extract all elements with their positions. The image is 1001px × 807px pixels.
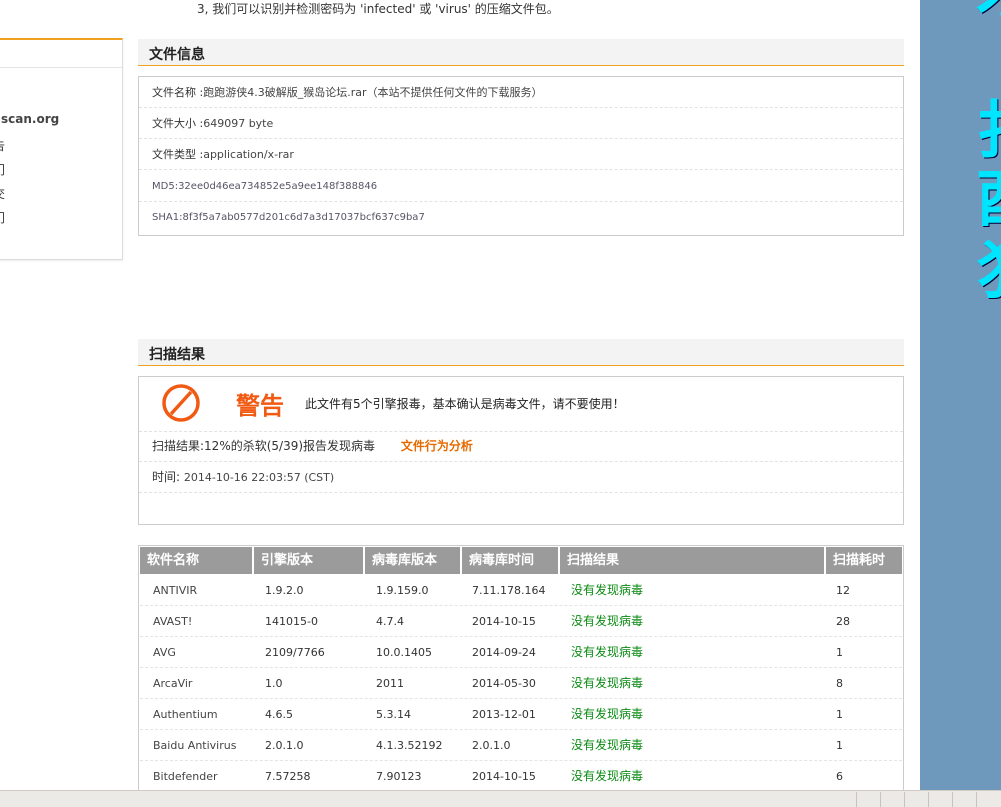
engine-version-cell: 2109/7766	[265, 646, 325, 659]
db-time-cell: 2014-05-30	[472, 677, 536, 690]
banner-glyph: 才	[976, 0, 1001, 24]
scan-duration-cell: 1	[836, 646, 843, 659]
banner-glyph: 扌	[976, 100, 1001, 162]
table-row: Authentium 4.6.5 5.3.14 2013-12-01 没有发现病毒 1	[140, 699, 902, 730]
banner-glyph: 犭	[976, 240, 1001, 302]
scan-duration-cell: 28	[836, 615, 850, 628]
scan-result-cell: 没有发现病毒	[571, 614, 644, 628]
table-header: 软件名称 引擎版本 病毒库版本 病毒库时间 扫描结果 扫描耗时	[140, 547, 902, 574]
db-version-cell: 2011	[376, 677, 404, 690]
scan-result-cell: 没有发现病毒	[571, 676, 644, 690]
sidebar-link[interactable]: 交	[0, 185, 5, 202]
sidebar-link[interactable]: 告	[0, 137, 5, 154]
file-size-value: 649097 byte	[203, 117, 274, 130]
engine-version-cell: 1.0	[265, 677, 283, 690]
scan-result-cell: 没有发现病毒	[571, 583, 644, 597]
engine-name-cell: Bitdefender	[153, 770, 218, 783]
col-header-engine: 引擎版本	[254, 547, 365, 574]
status-bar	[0, 790, 1001, 807]
table-row: AVAST! 141015-0 4.7.4 2014-10-15 没有发现病毒 28	[140, 606, 902, 637]
db-time-cell: 2.0.1.0	[472, 739, 511, 752]
col-header-db-time: 病毒库时间	[462, 547, 560, 574]
top-note: 3, 我们可以识别并检测密码为 'infected' 或 'virus' 的压缩…	[197, 2, 559, 16]
sidebar-link[interactable]: 门	[0, 161, 5, 178]
section-title: 扫描结果	[149, 347, 205, 363]
file-info-box: 文件名称 :跑跑游侠4.3破解版_猴岛论坛.rar（本站不提供任何文件的下载服务…	[138, 76, 904, 236]
file-info-heading: 文件信息	[138, 39, 904, 66]
db-version-cell: 5.3.14	[376, 708, 411, 721]
scan-time-row: 时间: 2014-10-16 22:03:57 (CST)	[139, 462, 903, 493]
scan-result-row: 扫描结果:12%的杀软(5/39)报告发现病毒 文件行为分析	[139, 431, 903, 462]
table-row: Bitdefender 7.57258 7.90123 2014-10-15 没有发现病…	[140, 761, 902, 790]
engine-version-cell: 7.57258	[265, 770, 311, 783]
banner-glyph: 酉	[976, 168, 1001, 230]
scan-duration-cell: 8	[836, 677, 843, 690]
file-name-value: 跑跑游侠4.3破解版_猴岛论坛.rar（本站不提供任何文件的下载服务）	[203, 86, 543, 99]
engine-version-cell: 141015-0	[265, 615, 318, 628]
table-row: AVG 2109/7766 10.0.1405 2014-09-24 没有发现病毒 1	[140, 637, 902, 668]
table-row: ANTIVIR 1.9.2.0 1.9.159.0 7.11.178.164 没有发现病…	[140, 575, 902, 606]
engine-version-cell: 1.9.2.0	[265, 584, 304, 597]
db-version-cell: 10.0.1405	[376, 646, 432, 659]
scan-result-cell: 没有发现病毒	[571, 645, 644, 659]
col-header-name: 软件名称	[140, 547, 254, 574]
db-version-cell: 1.9.159.0	[376, 584, 429, 597]
db-version-cell: 7.90123	[376, 770, 422, 783]
file-type-value: application/x-rar	[203, 148, 294, 161]
md5-row: MD5:32ee0d46ea734852e5a9ee148f388846	[139, 171, 903, 202]
scan-result-value: 12%的杀软(5/39)报告发现病毒	[204, 439, 376, 453]
table-row: ArcaVir 1.0 2011 2014-05-30 没有发现病毒 8	[140, 668, 902, 699]
scan-duration-cell: 12	[836, 584, 850, 597]
db-time-cell: 2014-10-15	[472, 615, 536, 628]
table-row: Baidu Antivirus 2.0.1.0 4.1.3.52192 2.0.1.0…	[140, 730, 902, 761]
behavior-analysis-link[interactable]: 文件行为分析	[401, 439, 473, 453]
scan-result-cell: 没有发现病毒	[571, 738, 644, 752]
section-title: 文件信息	[149, 47, 205, 63]
engine-results-table: 软件名称 引擎版本 病毒库版本 病毒库时间 扫描结果 扫描耗时 ANTIVIR 1…	[138, 545, 904, 790]
db-version-cell: 4.1.3.52192	[376, 739, 443, 752]
col-header-duration: 扫描耗时	[833, 553, 886, 568]
sha1-value: 8f3f5a7ab0577d201c6d7a3d17037bcf637c9ba7	[182, 212, 425, 223]
forbidden-icon	[162, 384, 200, 422]
db-time-cell: 2014-09-24	[472, 646, 536, 659]
scan-result-heading: 扫描结果	[138, 339, 904, 366]
file-type-row: 文件类型 :application/x-rar	[139, 139, 903, 170]
engine-version-cell: 2.0.1.0	[265, 739, 304, 752]
db-time-cell: 7.11.178.164	[472, 584, 546, 597]
scan-time-value: 2014-10-16 22:03:57 (CST)	[183, 471, 335, 484]
scan-duration-cell: 1	[836, 708, 843, 721]
warning-message: 此文件有5个引擎报毒，基本确认是病毒文件，请不要使用！	[305, 397, 625, 411]
engine-name-cell: AVAST!	[153, 615, 193, 628]
side-banner: 才 扌 酉 犭	[920, 0, 1001, 790]
left-sidebar-box: scan.org 告 门 交 门	[0, 38, 123, 260]
scan-duration-cell: 1	[836, 739, 843, 752]
db-version-cell: 4.7.4	[376, 615, 404, 628]
engine-name-cell: ANTIVIR	[153, 584, 198, 597]
sidebar-link[interactable]: 门	[0, 209, 5, 226]
engine-name-cell: ArcaVir	[153, 677, 193, 690]
scan-result-cell: 没有发现病毒	[571, 707, 644, 721]
sha1-row: SHA1:8f3f5a7ab0577d201c6d7a3d17037bcf637…	[152, 212, 425, 223]
engine-version-cell: 4.6.5	[265, 708, 293, 721]
sidebar-title: scan.org	[1, 112, 60, 126]
db-time-cell: 2013-12-01	[472, 708, 536, 721]
col-header-result: 扫描结果	[560, 547, 826, 574]
scan-result-cell: 没有发现病毒	[571, 769, 644, 783]
warning-title: 警告	[236, 392, 284, 420]
scan-duration-cell: 6	[836, 770, 843, 783]
file-size-row: 文件大小 :649097 byte	[139, 108, 903, 139]
scan-summary-box: 警告 此文件有5个引擎报毒，基本确认是病毒文件，请不要使用！ 扫描结果:12%的…	[138, 376, 904, 525]
file-name-row: 文件名称 :跑跑游侠4.3破解版_猴岛论坛.rar（本站不提供任何文件的下载服务…	[139, 77, 903, 108]
engine-name-cell: Authentium	[153, 708, 218, 721]
md5-value: 32ee0d46ea734852e5a9ee148f388846	[178, 181, 378, 192]
db-time-cell: 2014-10-15	[472, 770, 536, 783]
engine-name-cell: Baidu Antivirus	[153, 739, 237, 752]
engine-name-cell: AVG	[153, 646, 176, 659]
col-header-db: 病毒库版本	[365, 547, 462, 574]
